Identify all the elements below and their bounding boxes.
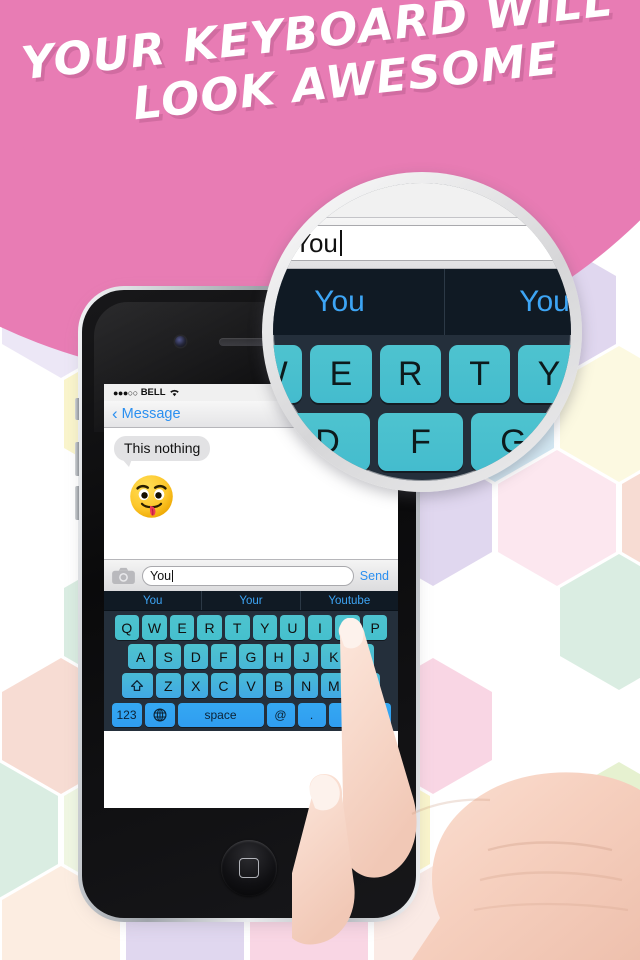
magnified-message-input[interactable]: You — [281, 225, 571, 261]
globe-icon[interactable] — [144, 703, 175, 727]
key-v[interactable]: V — [238, 673, 264, 698]
magnified-key-w[interactable]: W — [273, 345, 303, 403]
magnified-key-t[interactable]: T — [448, 345, 511, 403]
wifi-icon — [169, 388, 180, 397]
magnified-prediction-bar: YouYour — [273, 269, 571, 335]
key-123[interactable]: 123 — [111, 703, 142, 727]
key-w[interactable]: W — [142, 615, 167, 640]
key-c[interactable]: C — [211, 673, 236, 698]
camera-icon[interactable] — [111, 566, 136, 585]
key-a[interactable]: A — [128, 644, 153, 669]
message-input-value: You — [150, 568, 172, 583]
magnified-keyboard-row-1: WERTYU — [273, 335, 571, 403]
magnified-key-f[interactable]: F — [378, 413, 463, 471]
back-chevron-icon[interactable]: ‹ — [112, 404, 118, 424]
message-input[interactable]: You — [142, 565, 354, 586]
magnifier-callout: You YouYour WERTYU DFG — [262, 172, 582, 492]
front-camera-icon — [175, 336, 186, 347]
key-f[interactable]: F — [211, 644, 236, 669]
key-z[interactable]: Z — [155, 673, 181, 698]
magnified-key-r[interactable]: R — [379, 345, 441, 403]
key-h[interactable]: H — [266, 644, 291, 669]
magnified-key-g[interactable]: G — [471, 413, 556, 471]
message-composer: You Send — [104, 559, 398, 591]
key-d[interactable]: D — [183, 644, 209, 669]
magnified-key-e[interactable]: E — [310, 345, 372, 403]
home-square-icon — [239, 858, 259, 878]
magnified-content: You YouYour WERTYU DFG — [273, 183, 571, 471]
magnified-key-partial[interactable] — [273, 413, 277, 471]
message-bubble: This nothing — [114, 436, 211, 467]
magnified-keyboard-row-2: DFG — [273, 403, 571, 471]
key-space[interactable]: space — [177, 703, 264, 727]
key-g[interactable]: G — [238, 644, 264, 669]
poster-canvas: YOUR KEYBOARD WILL LOOK AWESOME ●●●○○ BE… — [0, 0, 640, 960]
key-r[interactable]: R — [197, 615, 222, 640]
prediction-item[interactable]: Youtube — [301, 591, 398, 610]
magnified-input-value: You — [294, 227, 338, 258]
status-bar-left: ●●●○○ BELL — [113, 387, 180, 398]
prediction-item[interactable]: Your — [202, 591, 301, 610]
prediction-item[interactable]: You — [104, 591, 203, 610]
key-q[interactable]: Q — [114, 615, 140, 640]
magnified-prediction-item[interactable]: You — [273, 269, 445, 335]
prediction-bar: You Your Youtube — [104, 591, 398, 611]
magnified-key-partial-end[interactable] — [564, 413, 571, 471]
face-with-tongue-emoji — [130, 475, 173, 518]
magnified-top-strip — [273, 183, 571, 217]
magnified-composer: You — [273, 217, 571, 269]
pointing-hand — [292, 618, 640, 960]
home-button[interactable] — [221, 840, 277, 896]
magnified-text-caret — [339, 230, 342, 256]
key-s[interactable]: S — [155, 644, 181, 669]
mute-switch[interactable] — [75, 398, 79, 420]
key-y[interactable]: Y — [252, 615, 278, 640]
volume-down-button[interactable] — [75, 486, 79, 520]
key-x[interactable]: X — [183, 673, 209, 698]
key-t[interactable]: T — [224, 615, 250, 640]
magnifier-lens: You YouYour WERTYU DFG — [273, 183, 571, 481]
shift-up-arrow-icon[interactable] — [121, 673, 153, 698]
text-caret — [172, 569, 174, 582]
key-at[interactable]: @ — [266, 703, 295, 727]
key-e[interactable]: E — [169, 615, 195, 640]
carrier-label: BELL — [140, 387, 166, 398]
nav-title[interactable]: Message — [122, 406, 181, 422]
key-b[interactable]: B — [266, 673, 291, 698]
magnified-prediction-item[interactable]: Your — [445, 269, 571, 335]
signal-strength-icon: ●●●○○ — [113, 387, 138, 398]
volume-up-button[interactable] — [75, 442, 79, 476]
send-button[interactable]: Send — [360, 569, 391, 583]
magnified-key-d[interactable]: D — [285, 413, 370, 471]
magnified-key-y[interactable]: Y — [518, 345, 571, 403]
